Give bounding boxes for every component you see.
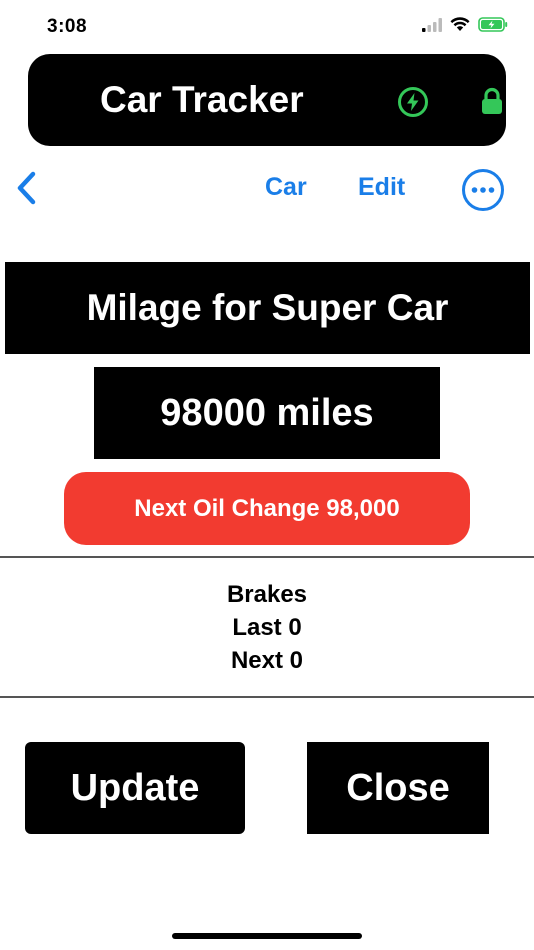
divider <box>0 696 534 698</box>
battery-icon <box>478 17 508 32</box>
app-title-bar: Car Tracker <box>28 54 506 146</box>
car-link[interactable]: Car <box>265 173 307 202</box>
signal-icon <box>422 17 442 32</box>
next-oil-change-badge: Next Oil Change 98,000 <box>64 472 470 545</box>
more-options-icon[interactable] <box>461 168 505 212</box>
charging-bolt-icon <box>398 87 428 117</box>
app-title: Car Tracker <box>100 79 304 120</box>
edit-button[interactable]: Edit <box>358 173 405 202</box>
back-chevron-icon[interactable] <box>14 170 40 206</box>
status-icons <box>422 17 508 32</box>
brakes-info: Brakes Last 0 Next 0 <box>0 578 534 677</box>
wifi-icon <box>450 17 470 31</box>
lock-icon <box>482 87 502 114</box>
brakes-last: Last 0 <box>232 614 302 641</box>
navigation-bar: Car Edit <box>0 160 534 216</box>
mileage-value: 98000 miles <box>94 367 440 459</box>
home-indicator <box>172 933 362 939</box>
status-bar: 3:08 <box>0 0 534 52</box>
status-time: 3:08 <box>47 16 88 37</box>
brakes-next: Next 0 <box>230 647 304 674</box>
update-button[interactable]: Update <box>25 742 245 834</box>
close-button[interactable]: Close <box>307 742 489 834</box>
brakes-label: Brakes <box>226 581 308 608</box>
mileage-title: Milage for Super Car <box>5 262 530 354</box>
divider <box>0 556 534 558</box>
